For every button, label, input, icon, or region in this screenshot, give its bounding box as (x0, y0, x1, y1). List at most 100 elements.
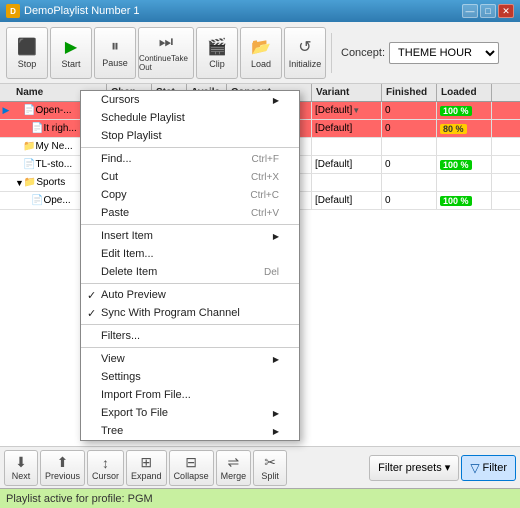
close-button[interactable]: ✕ (498, 4, 514, 18)
loaded-badge: 100 % (440, 106, 472, 116)
clip-icon: 🎬 (207, 37, 227, 57)
initialize-label: Initialize (289, 59, 322, 69)
variant-dropdown-icon[interactable]: ▼ (352, 106, 360, 115)
load-button[interactable]: 📂 Load (240, 27, 282, 79)
col-header-variant[interactable]: Variant (312, 84, 382, 101)
cm-filters[interactable]: Filters... (81, 327, 299, 345)
cm-find[interactable]: Find... Ctrl+F (81, 150, 299, 168)
start-label: Start (61, 59, 80, 69)
pause-icon: ⏸ (111, 38, 119, 56)
cell-finished: 0 (382, 156, 437, 173)
cm-separator-1 (81, 147, 299, 148)
row-indicator: ▶ (0, 105, 12, 116)
cell-loaded: 100 % (437, 192, 492, 209)
cm-auto-preview[interactable]: Auto Preview (81, 286, 299, 304)
loaded-badge: 80 % (440, 124, 467, 134)
row-name: Open-... (35, 105, 71, 116)
cell-variant: [Default] (312, 120, 382, 137)
concept-label: Concept: (341, 47, 385, 59)
cm-separator-4 (81, 324, 299, 325)
initialize-icon: ↺ (298, 37, 311, 57)
cell-variant: [Default] (312, 192, 382, 209)
row-name: It righ... (43, 123, 76, 134)
continue-take-out-button[interactable]: ⏭ ContinueTake Out (138, 27, 194, 79)
previous-label: Previous (45, 471, 80, 481)
loaded-badge: 100 % (440, 160, 472, 170)
cm-schedule-playlist[interactable]: Schedule Playlist (81, 109, 299, 127)
cursor-label: Cursor (92, 471, 119, 481)
cm-separator-3 (81, 283, 299, 284)
toolbar-separator (331, 33, 332, 73)
cm-cursors[interactable]: Cursors (81, 91, 299, 109)
minimize-button[interactable]: — (462, 4, 478, 18)
cm-separator-2 (81, 224, 299, 225)
collapse-button[interactable]: ⊟ Collapse (169, 450, 214, 486)
cm-copy[interactable]: Copy Ctrl+C (81, 186, 299, 204)
filter-presets-button[interactable]: Filter presets ▾ (369, 455, 459, 481)
start-button[interactable]: ▶ Start (50, 27, 92, 79)
cm-delete-item-label: Delete Item (101, 266, 157, 278)
continue-take-out-icon: ⏭ (159, 34, 173, 52)
cell-finished: 0 (382, 102, 437, 119)
cm-tree[interactable]: Tree (81, 422, 299, 440)
cm-export-to-file[interactable]: Export To File (81, 404, 299, 422)
cm-settings[interactable]: Settings (81, 368, 299, 386)
cm-insert-item[interactable]: Insert Item (81, 227, 299, 245)
app-icon: D (6, 4, 20, 18)
cell-variant: [Default] (312, 156, 382, 173)
maximize-button[interactable]: □ (480, 4, 496, 18)
split-button[interactable]: ✂ Split (253, 450, 287, 486)
row-name: Sports (36, 177, 65, 188)
cm-delete-shortcut: Del (264, 267, 279, 278)
cm-import-from-file[interactable]: Import From File... (81, 386, 299, 404)
cm-cut[interactable]: Cut Ctrl+X (81, 168, 299, 186)
folder-icon: 📁 (24, 177, 36, 188)
cm-view[interactable]: View (81, 350, 299, 368)
concept-area: Concept: THEME HOUR (341, 42, 499, 64)
cm-separator-5 (81, 347, 299, 348)
window-controls: — □ ✕ (462, 4, 514, 18)
previous-button[interactable]: ⬆ Previous (40, 450, 85, 486)
collapse-label: Collapse (174, 471, 209, 481)
file-icon: 📄 (23, 105, 35, 116)
cm-stop-playlist[interactable]: Stop Playlist (81, 127, 299, 145)
file-icon: 📄 (23, 159, 35, 170)
cm-sync-program[interactable]: Sync With Program Channel (81, 304, 299, 322)
cursor-button[interactable]: ↕ Cursor (87, 450, 124, 486)
merge-label: Merge (221, 471, 247, 481)
concept-select[interactable]: THEME HOUR (389, 42, 499, 64)
initialize-button[interactable]: ↺ Initialize (284, 27, 326, 79)
expand-icon[interactable]: ▼ (15, 178, 24, 188)
row-name: Ope... (43, 195, 70, 206)
col-header-loaded[interactable]: Loaded (437, 84, 492, 101)
cell-loaded: 100 % (437, 156, 492, 173)
status-text: Playlist active for profile: PGM (6, 493, 153, 505)
continue-take-out-label: ContinueTake Out (139, 54, 193, 72)
title-bar: D DemoPlaylist Number 1 — □ ✕ (0, 0, 520, 22)
load-label: Load (251, 59, 271, 69)
cell-loaded (437, 174, 492, 191)
clip-button[interactable]: 🎬 Clip (196, 27, 238, 79)
merge-button[interactable]: ⇌ Merge (216, 450, 252, 486)
filter-presets-label: Filter presets ▾ (378, 461, 450, 474)
expand-button[interactable]: ⊞ Expand (126, 450, 167, 486)
file-icon: 📄 (31, 195, 43, 206)
col-header-finished[interactable]: Finished (382, 84, 437, 101)
next-button[interactable]: ⬇ Next (4, 450, 38, 486)
split-icon: ✂ (264, 454, 276, 471)
bottom-toolbar: ⬇ Next ⬆ Previous ↕ Cursor ⊞ Expand ⊟ Co… (0, 446, 520, 488)
pause-label: Pause (102, 58, 128, 68)
filter-button[interactable]: ▽ Filter (461, 455, 516, 481)
pause-button[interactable]: ⏸ Pause (94, 27, 136, 79)
cell-finished: 0 (382, 192, 437, 209)
stop-button[interactable]: ⬛ Stop (6, 27, 48, 79)
main-content: Name Chan... Stat... Availa... Concept V… (0, 84, 520, 446)
cell-variant (312, 174, 382, 191)
cm-edit-item[interactable]: Edit Item... (81, 245, 299, 263)
filter-label: Filter (483, 462, 507, 474)
stop-label: Stop (18, 59, 37, 69)
file-icon: 📄 (31, 123, 43, 134)
split-label: Split (261, 471, 279, 481)
cm-delete-item[interactable]: Delete Item Del (81, 263, 299, 281)
cm-paste[interactable]: Paste Ctrl+V (81, 204, 299, 222)
